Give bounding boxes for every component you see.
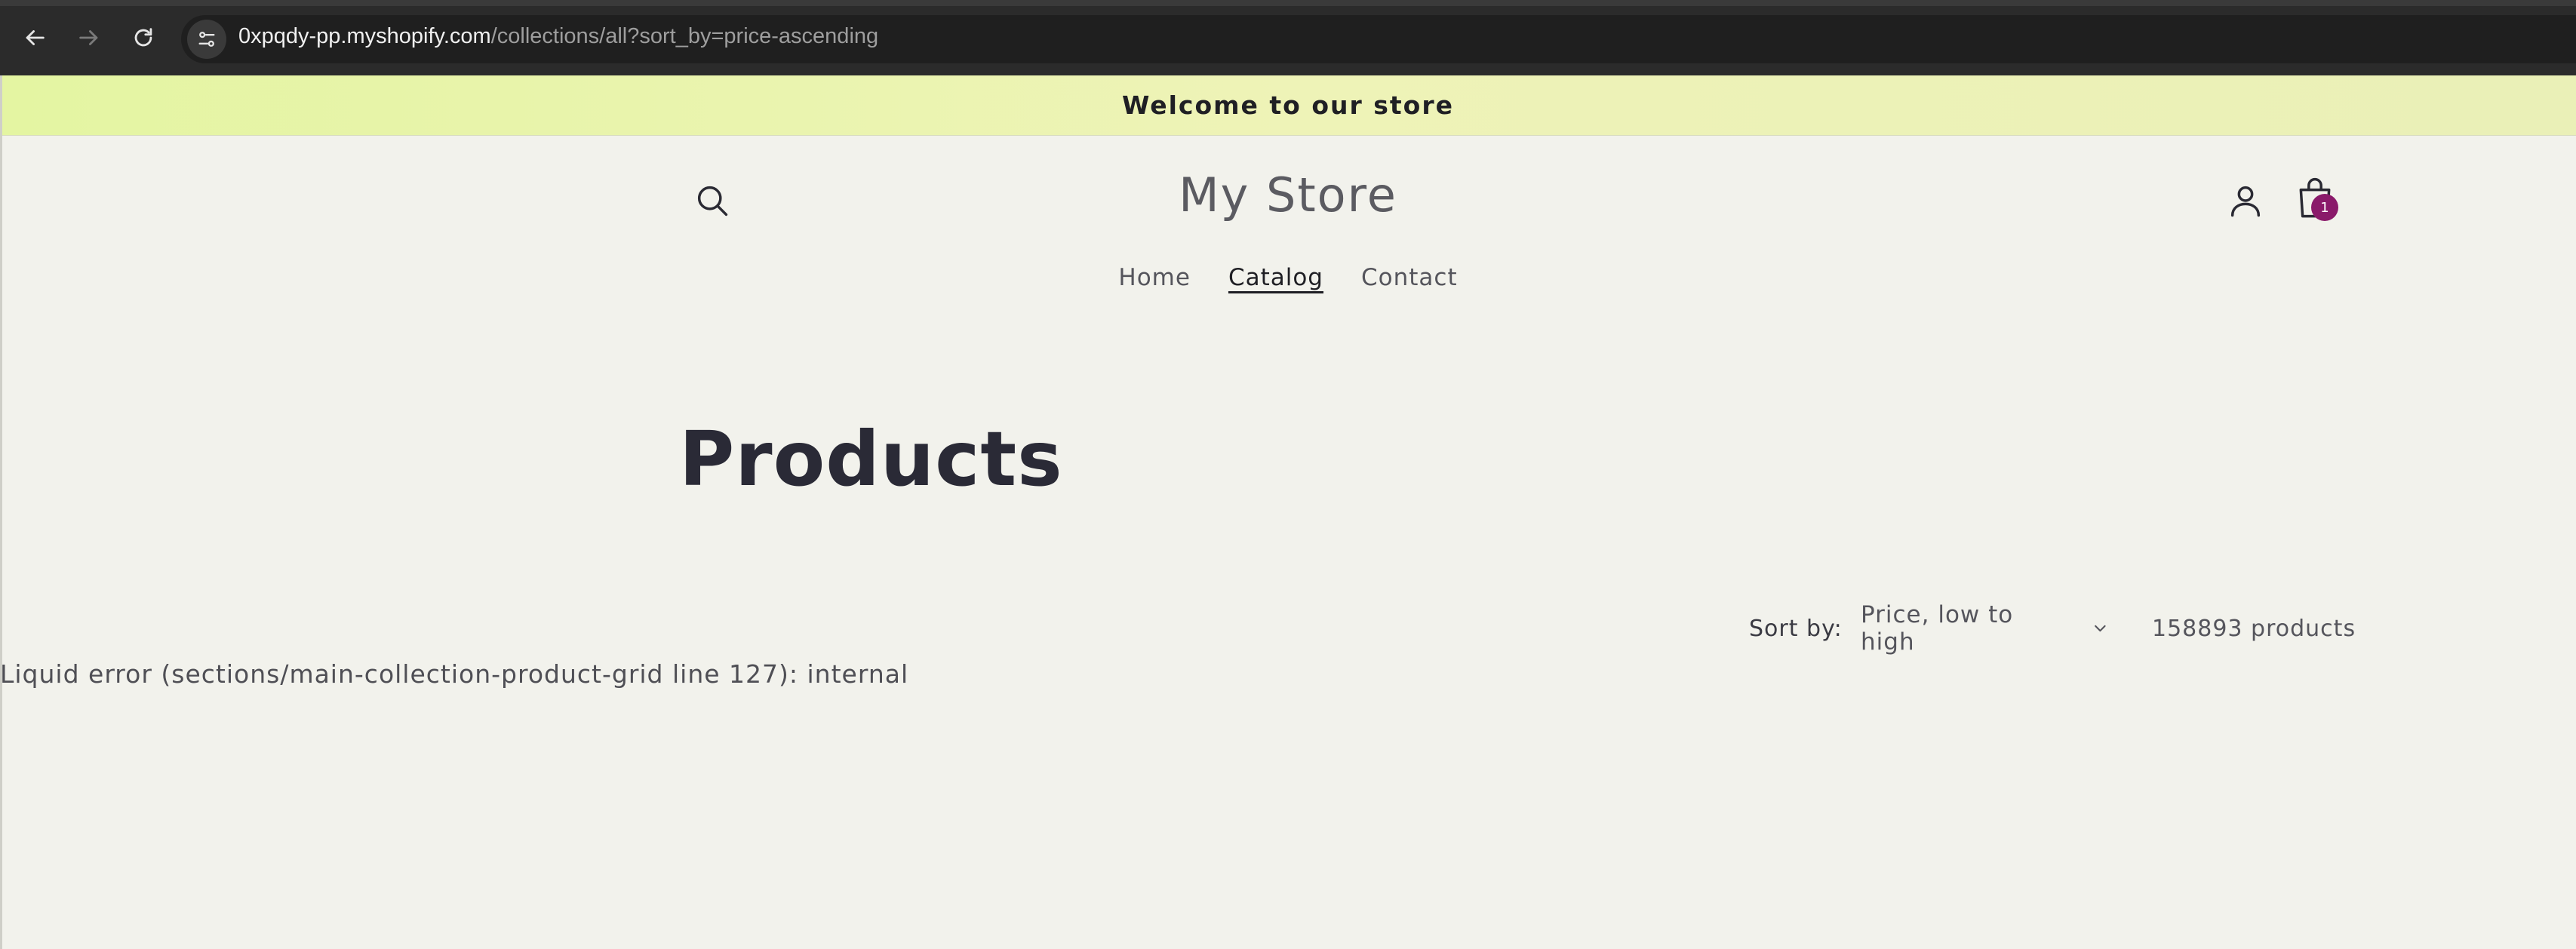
liquid-error-message: Liquid error (sections/main-collection-p… — [0, 659, 909, 689]
url-path: /collections/all?sort_by=price-ascending — [490, 24, 879, 48]
forward-button[interactable] — [69, 18, 109, 57]
url-text[interactable]: 0xpqdy-pp.myshopify.com/collections/all?… — [238, 24, 878, 49]
reload-icon — [134, 28, 152, 47]
back-button[interactable] — [15, 18, 54, 57]
sort-label: Sort by: — [1749, 616, 1843, 642]
sort-select-value: Price, low to high — [1861, 601, 2014, 656]
reload-button[interactable] — [124, 18, 163, 57]
cart-count-badge: 1 — [2311, 194, 2338, 221]
arrow-right-icon — [79, 30, 98, 45]
nav-item-catalog[interactable]: Catalog — [1228, 264, 1323, 291]
announcement-text: Welcome to our store — [1121, 91, 1454, 120]
arrow-left-icon — [26, 30, 45, 45]
page-title: Products — [679, 415, 1063, 503]
store-logo[interactable]: My Store — [0, 167, 2576, 223]
nav-item-contact[interactable]: Contact — [1361, 264, 1458, 291]
nav-item-home[interactable]: Home — [1118, 264, 1191, 291]
main-navigation: Home Catalog Contact — [0, 264, 2576, 291]
sort-select[interactable]: Price, low to high — [1861, 601, 2110, 656]
chevron-down-icon — [2095, 625, 2106, 632]
account-icon — [2230, 186, 2261, 217]
announcement-bar: Welcome to our store — [0, 75, 2576, 136]
tune-icon — [198, 32, 215, 47]
site-info-button[interactable] — [187, 20, 226, 59]
url-host: 0xpqdy-pp.myshopify.com — [238, 24, 491, 48]
product-count: 158893 products — [2152, 616, 2356, 642]
account-button[interactable] — [2226, 181, 2265, 220]
